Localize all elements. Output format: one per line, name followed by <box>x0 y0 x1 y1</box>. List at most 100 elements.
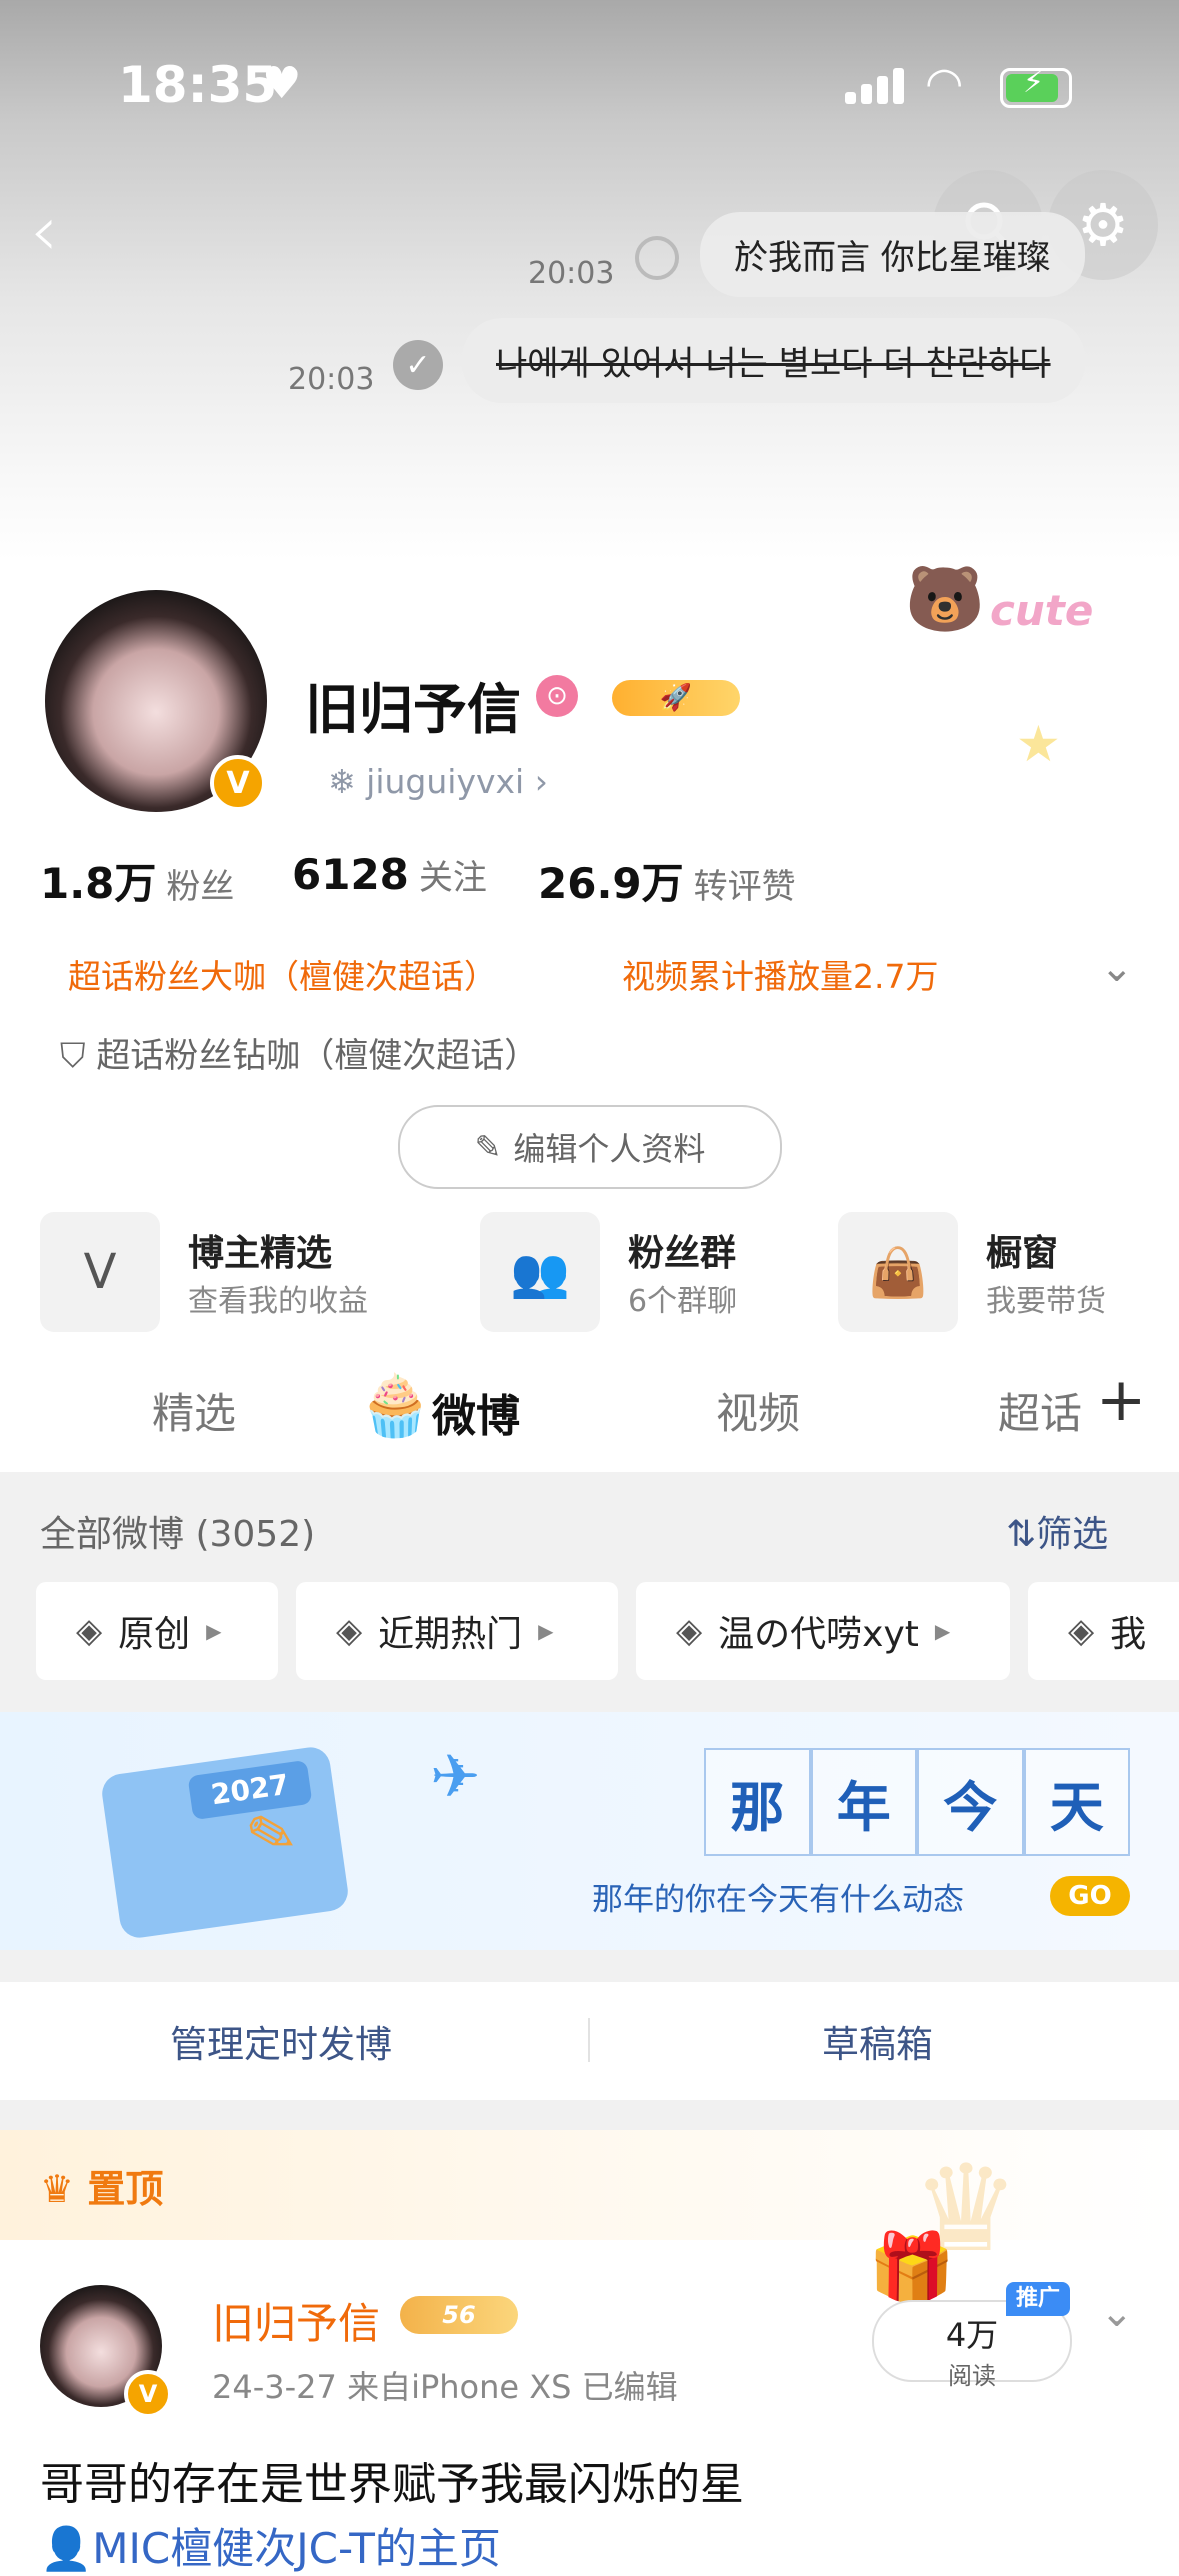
post-author[interactable]: 旧归予信 <box>212 2290 380 2351</box>
sort-icon: ⇅ <box>1006 1514 1037 1555</box>
followers-count: 1.8万 <box>40 859 157 908</box>
feature-showcase[interactable]: 👜 橱窗我要带货 <box>838 1212 1106 1332</box>
chip-label: 原创 <box>118 1614 191 1655</box>
filter-button[interactable]: ⇅筛选 <box>1006 1505 1108 1557</box>
feature-creator-picks[interactable]: V 博主精选查看我的收益 <box>40 1212 368 1332</box>
back-chevron-icon[interactable]: ‹ <box>30 190 58 272</box>
signal-icon <box>845 68 909 104</box>
chip-original[interactable]: ◈ 原创 ▶ <box>36 1582 278 1680</box>
post-meta: 24-3-27 来自iPhone XS 已编辑 <box>212 2368 678 2406</box>
post-verified-badge: V <box>124 2370 172 2418</box>
crown-icon: ♛ <box>40 2167 75 2211</box>
edit-profile-label: 编辑个人资料 <box>513 1130 706 1168</box>
layers-icon: ◈ <box>1068 1611 1095 1651</box>
fan-tag-2[interactable]: ⛉ 超话粉丝钻咖（檀健次超话） <box>60 1028 538 1077</box>
cute-sticker-text: cute <box>990 586 1094 635</box>
followers-label: 粉丝 <box>166 867 235 907</box>
status-time: 18:35 <box>118 56 278 114</box>
edit-profile-button[interactable]: ✎ 编辑个人资料 <box>398 1105 782 1189</box>
followers-stat[interactable]: 1.8万 粉丝 <box>40 850 234 911</box>
filter-label: 筛选 <box>1036 1514 1109 1555</box>
feature-title: 橱窗 <box>986 1233 1059 1274</box>
likes-label: 转评赞 <box>693 867 796 907</box>
memory-char: 天 <box>1023 1748 1130 1856</box>
video-views-tag[interactable]: 视频累计播放量2.7万 <box>622 950 938 998</box>
fan-tag-2-text: 超话粉丝钻咖（檀健次超话） <box>96 1036 539 1076</box>
verified-badge: V <box>210 755 266 811</box>
wifi-icon: ◠ <box>925 58 964 109</box>
divider <box>588 2018 590 2062</box>
tab-featured[interactable]: 精选 <box>152 1380 236 1441</box>
promote-badge[interactable]: 推广 <box>1006 2282 1070 2316</box>
reads-count: 4万 <box>945 2316 999 2354</box>
memory-char: 今 <box>917 1748 1024 1856</box>
user-icon: 👤 <box>40 2524 93 2573</box>
shield-icon: ⛉ <box>60 1036 86 1076</box>
chip-arrow-icon: ▶ <box>934 1619 951 1643</box>
reads-label: 阅读 <box>948 2362 996 2390</box>
rocket-badge-icon[interactable]: 🚀 <box>612 680 740 716</box>
chip-more[interactable]: ◈ 我 <box>1028 1582 1179 1680</box>
memory-char: 年 <box>810 1748 917 1856</box>
shopping-bag-icon: 👜 <box>838 1212 958 1332</box>
memory-char: 那 <box>704 1748 811 1856</box>
feature-sub: 6个群聊 <box>628 1284 738 1319</box>
tab-weibo[interactable]: 微博 <box>432 1380 520 1444</box>
profile-name: 旧归予信 <box>305 678 521 741</box>
chip-label: 我 <box>1110 1614 1147 1655</box>
bear-sticker-icon: 🐻 <box>905 563 985 637</box>
feature-fan-groups[interactable]: 👥 粉丝群 6个群聊 <box>480 1212 737 1332</box>
chip-arrow-icon: ▶ <box>206 1619 222 1643</box>
feature-sub: 我要带货 <box>986 1284 1106 1319</box>
chat-bubble-2: 나에게 있어서 너는 별보다 더 찬란하다 <box>462 318 1085 403</box>
layers-icon: ◈ <box>76 1611 103 1651</box>
go-button[interactable]: GO <box>1050 1876 1130 1916</box>
cake-sticker-icon: 🧁 <box>358 1371 433 1441</box>
paper-plane-icon: ✈ <box>430 1742 481 1812</box>
pencil-icon: ✎ <box>474 1128 502 1166</box>
likes-stat[interactable]: 26.9万 转评赞 <box>538 850 796 911</box>
fan-tag-1[interactable]: 超话粉丝大咖（檀健次超话） <box>68 950 497 998</box>
chip-label: 温の代唠xyt <box>718 1614 919 1655</box>
chip-label: 近期热门 <box>378 1614 523 1655</box>
creator-picks-icon: V <box>40 1212 160 1332</box>
add-tab-plus-icon[interactable]: + <box>1092 1365 1147 1435</box>
chip-arrow-icon: ▶ <box>538 1619 554 1643</box>
layers-icon: ◈ <box>676 1611 703 1651</box>
chat-bubble-1: 於我而言 你比星璀璨 <box>700 212 1085 297</box>
super-topic-badge-icon[interactable]: ⊙ <box>536 675 578 717</box>
snowflake-icon: ❄ <box>328 762 356 801</box>
read-check-icon: ✓ <box>393 340 443 390</box>
post-text: 哥哥的存在是世界赋予我最闪烁的星 <box>40 2459 744 2510</box>
level-badge: 56 <box>400 2296 518 2334</box>
chip-hot[interactable]: ◈ 近期热门 ▶ <box>296 1582 618 1680</box>
following-stat[interactable]: 6128 关注 <box>292 850 487 899</box>
drafts-button[interactable]: 草稿箱 <box>822 2014 933 2068</box>
post-menu-chevron-icon[interactable]: ⌄ <box>1100 2290 1134 2336</box>
battery-icon: ⚡ <box>1000 65 1072 108</box>
chip-custom[interactable]: ◈ 温の代唠xyt ▶ <box>636 1582 1010 1680</box>
star-sticker-icon: ★ <box>1016 715 1061 773</box>
likes-count: 26.9万 <box>538 859 684 908</box>
heart-icon: ♥ <box>262 58 302 109</box>
handle-text: jiuguiyvxi <box>366 762 525 801</box>
chat-time-2: 20:03 <box>288 362 375 397</box>
layers-icon: ◈ <box>336 1611 363 1651</box>
all-posts-count: 全部微博 (3052) <box>40 1514 316 1555</box>
following-count: 6128 <box>292 850 409 899</box>
following-label: 关注 <box>418 858 487 898</box>
post-link-text: MIC檀健次JC-T的主页 <box>92 2524 501 2573</box>
feature-title: 博主精选 <box>188 1233 333 1274</box>
pinned-label: ♛ 置顶 <box>40 2158 163 2213</box>
scheduled-posts-button[interactable]: 管理定时发博 <box>170 2014 392 2068</box>
feature-sub: 查看我的收益 <box>188 1284 368 1319</box>
expand-chevron-icon[interactable]: ⌄ <box>1100 945 1134 991</box>
pinned-text: 置顶 <box>87 2167 164 2211</box>
unread-circle-icon <box>635 236 679 280</box>
post-mention-link[interactable]: 👤MIC檀健次JC-T的主页 <box>40 2515 501 2576</box>
chat-time-1: 20:03 <box>528 256 615 291</box>
memory-subtitle: 那年的你在今天有什么动态 <box>592 1882 964 1918</box>
tab-video[interactable]: 视频 <box>716 1380 800 1441</box>
profile-handle[interactable]: ❄ jiuguiyvxi › <box>328 762 548 801</box>
tab-super-topic[interactable]: 超话 <box>998 1380 1082 1441</box>
